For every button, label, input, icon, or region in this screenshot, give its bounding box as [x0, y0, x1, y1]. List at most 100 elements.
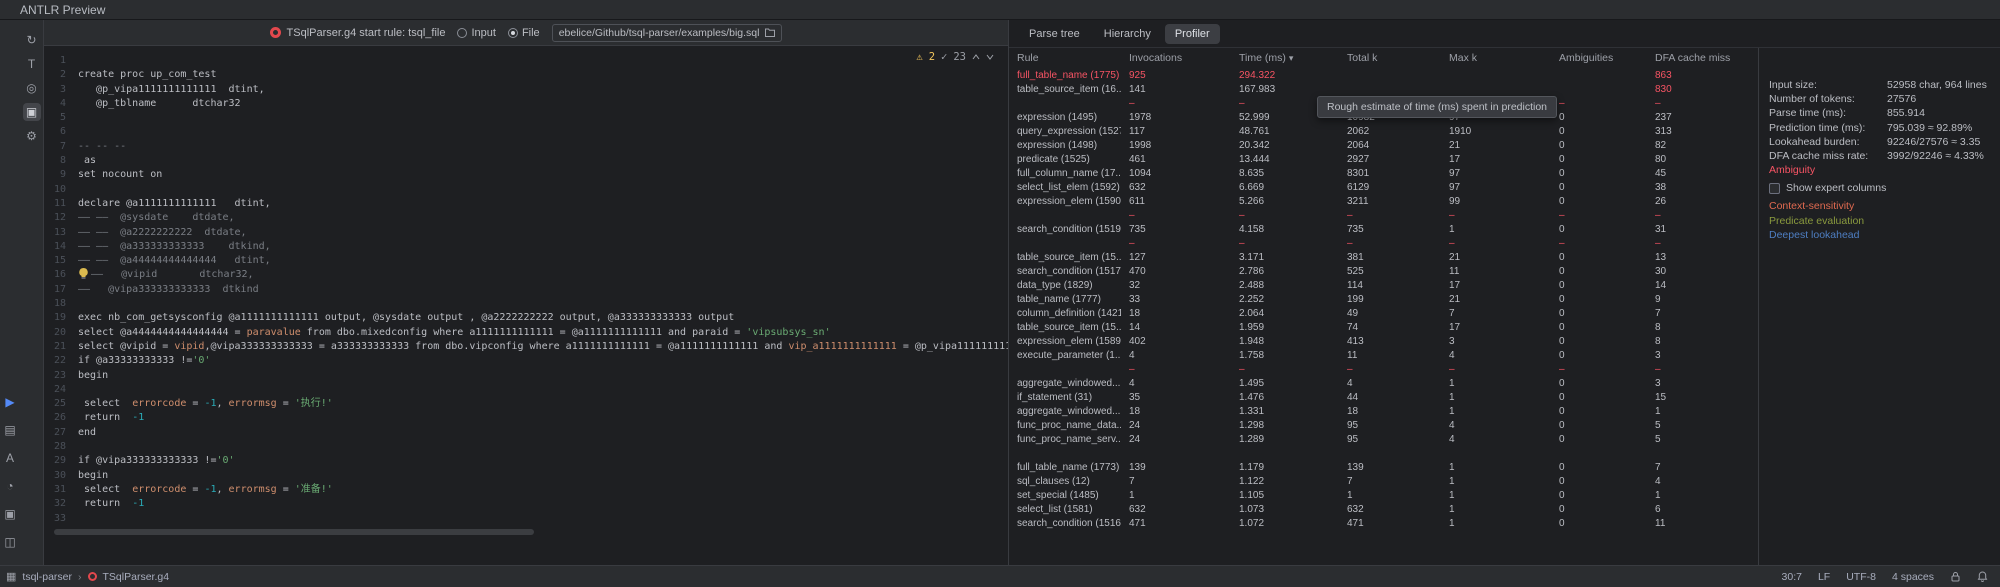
code-line[interactable]: 14—— —— @a333333333333 dtkind,: [44, 240, 1008, 254]
code-line[interactable]: 4 @p_tblname dtchar32: [44, 97, 1008, 111]
version-control-icon[interactable]: ◫: [2, 534, 18, 550]
code-line[interactable]: 1: [44, 54, 1008, 68]
next-problem-icon[interactable]: [986, 54, 994, 60]
profiler-row[interactable]: table_source_item (15...141.959741708: [1009, 320, 1758, 334]
code-editor[interactable]: 12create proc up_com_test3 @p_vipa111111…: [44, 46, 1008, 565]
profiler-row[interactable]: func_proc_name_serv...241.28995405: [1009, 432, 1758, 446]
code-line[interactable]: 6: [44, 125, 1008, 139]
code-line[interactable]: 15—— —— @a44444444444444 dtint,: [44, 254, 1008, 268]
profiler-row[interactable]: table_name (1777)332.2521992109: [1009, 292, 1758, 306]
profiler-row[interactable]: select_list (1581)6321.073632106: [1009, 502, 1758, 516]
code-line[interactable]: 28: [44, 440, 1008, 454]
profiler-row[interactable]: search_condition (1516)4711.0724711011: [1009, 516, 1758, 530]
problems-tool-icon[interactable]: ▣: [2, 506, 18, 522]
profiler-row[interactable]: sql_clauses (12)71.1227104: [1009, 474, 1758, 488]
code-line[interactable]: 12—— —— @sysdate dtdate,: [44, 211, 1008, 225]
profiler-row[interactable]: aggregate_windowed...181.33118101: [1009, 404, 1758, 418]
code-line[interactable]: 24: [44, 383, 1008, 397]
profiler-row[interactable]: full_table_name (1773)1391.179139107: [1009, 460, 1758, 474]
code-line[interactable]: 2create proc up_com_test: [44, 68, 1008, 82]
tab-parse-tree[interactable]: Parse tree: [1019, 24, 1090, 44]
code-line[interactable]: 31 select errorcode = -1, errormsg = '准备…: [44, 483, 1008, 497]
profiler-row[interactable]: query_expression (1527)11748.76120621910…: [1009, 124, 1758, 138]
expert-columns-checkbox[interactable]: [1769, 183, 1780, 194]
profiler-row[interactable]: full_table_name (1775)925294.322863: [1009, 68, 1758, 82]
column-header-dfa-cache-miss[interactable]: DFA cache miss: [1647, 52, 1757, 64]
profiler-row[interactable]: set_special (1485)11.1051101: [1009, 488, 1758, 502]
column-header-invocations[interactable]: Invocations: [1121, 52, 1231, 64]
code-line[interactable]: 30begin: [44, 469, 1008, 483]
code-line[interactable]: 20select @a4444444444444444 = paravalue …: [44, 326, 1008, 340]
code-line[interactable]: 9set nocount on: [44, 168, 1008, 182]
tab-hierarchy[interactable]: Hierarchy: [1094, 24, 1161, 44]
code-line[interactable]: 7-- -- --: [44, 140, 1008, 154]
profiler-row[interactable]: func_proc_name_data...241.29895405: [1009, 418, 1758, 432]
breadcrumb-project[interactable]: tsql-parser: [22, 571, 72, 583]
intention-bulb-icon[interactable]: [78, 268, 91, 280]
profiler-row[interactable]: search_condition (1517)4702.78652511030: [1009, 264, 1758, 278]
notifications-bell-icon[interactable]: [1977, 571, 1988, 582]
window-menu-icon[interactable]: ▦: [6, 570, 16, 583]
status-item[interactable]: 4 spaces: [1892, 571, 1934, 583]
prev-problem-icon[interactable]: [972, 54, 980, 60]
profiler-row[interactable]: predicate (1525)46113.444292717080: [1009, 152, 1758, 166]
browse-folder-icon[interactable]: [765, 28, 775, 37]
profiler-row[interactable]: ––––––: [1009, 236, 1758, 250]
file-radio-circle[interactable]: [508, 28, 518, 38]
search-icon[interactable]: ◎: [23, 79, 41, 97]
tab-profiler[interactable]: Profiler: [1165, 24, 1220, 44]
lock-icon[interactable]: [1950, 571, 1961, 582]
column-header-max-k[interactable]: Max k: [1441, 52, 1551, 64]
code-line[interactable]: 8 as: [44, 154, 1008, 168]
profiler-row[interactable]: expression_elem (1589)4021.948413308: [1009, 334, 1758, 348]
column-header-time-ms-[interactable]: Time (ms)▾: [1231, 52, 1339, 64]
highlight-icon[interactable]: ▣: [23, 103, 41, 121]
column-header-ambiguities[interactable]: Ambiguities: [1551, 52, 1647, 64]
profiler-row[interactable]: expression (1498)199820.342206421082: [1009, 138, 1758, 152]
input-radio[interactable]: Input: [457, 27, 495, 39]
settings-icon[interactable]: ⚙: [23, 127, 41, 145]
antlr-preview-icon[interactable]: ▶: [2, 394, 18, 410]
code-line[interactable]: 11declare @a1111111111111 dtint,: [44, 197, 1008, 211]
status-item[interactable]: 30:7: [1782, 571, 1802, 583]
profiler-row[interactable]: column_definition (1421)182.06449707: [1009, 306, 1758, 320]
refresh-icon[interactable]: ↻: [23, 31, 41, 49]
profiler-row[interactable]: search_condition (1519)7354.1587351031: [1009, 222, 1758, 236]
code-line[interactable]: 29if @vipa333333333333 !='0': [44, 454, 1008, 468]
code-line[interactable]: 18: [44, 297, 1008, 311]
code-line[interactable]: 13—— —— @a2222222222 dtdate,: [44, 226, 1008, 240]
code-line[interactable]: 23begin: [44, 369, 1008, 383]
code-line[interactable]: 19exec nb_com_getsysconfig @a11111111111…: [44, 311, 1008, 325]
profiler-row[interactable]: ––––––: [1009, 208, 1758, 222]
code-line[interactable]: 5: [44, 111, 1008, 125]
code-line[interactable]: 10: [44, 183, 1008, 197]
code-line[interactable]: 3 @p_vipa1111111111111 dtint,: [44, 83, 1008, 97]
inspections-widget[interactable]: ⚠ 2 ✓ 23: [916, 51, 994, 63]
code-line[interactable]: 33: [44, 512, 1008, 526]
status-item[interactable]: UTF-8: [1846, 571, 1876, 583]
profiler-row[interactable]: table_source_item (15...1273.17138121013: [1009, 250, 1758, 264]
horizontal-scrollbar[interactable]: [54, 529, 534, 535]
code-line[interactable]: 22if @a33333333333 !='0': [44, 354, 1008, 368]
code-line[interactable]: 27end: [44, 426, 1008, 440]
file-path-field[interactable]: ebelice/Github/tsql-parser/examples/big.…: [552, 24, 783, 42]
profiler-row[interactable]: [1009, 446, 1758, 460]
code-line[interactable]: 21select @vipid = vipid,@vipa33333333333…: [44, 340, 1008, 354]
profiler-row[interactable]: expression_elem (1590)6115.266321199026: [1009, 194, 1758, 208]
code-line[interactable]: 26 return -1: [44, 411, 1008, 425]
profiler-row[interactable]: data_type (1829)322.48811417014: [1009, 278, 1758, 292]
column-header-rule[interactable]: Rule: [1009, 52, 1121, 64]
text-mode-icon[interactable]: T: [23, 55, 41, 73]
column-header-total-k[interactable]: Total k: [1339, 52, 1441, 64]
profiler-row[interactable]: full_column_name (17...10948.63583019704…: [1009, 166, 1758, 180]
code-line[interactable]: 25 select errorcode = -1, errormsg = '执行…: [44, 397, 1008, 411]
profiler-row[interactable]: aggregate_windowed...41.4954103: [1009, 376, 1758, 390]
profiler-row[interactable]: ––––––: [1009, 362, 1758, 376]
run-tool-icon[interactable]: ◔: [2, 478, 18, 494]
breadcrumb-file[interactable]: TSqlParser.g4: [103, 571, 170, 583]
expert-columns-option[interactable]: Show expert columns: [1769, 182, 1994, 194]
file-radio[interactable]: File: [508, 27, 540, 39]
code-line[interactable]: 32 return -1: [44, 497, 1008, 511]
profiler-row[interactable]: select_list_elem (1592)6326.669612997038: [1009, 180, 1758, 194]
find-tool-icon[interactable]: A: [2, 450, 18, 466]
